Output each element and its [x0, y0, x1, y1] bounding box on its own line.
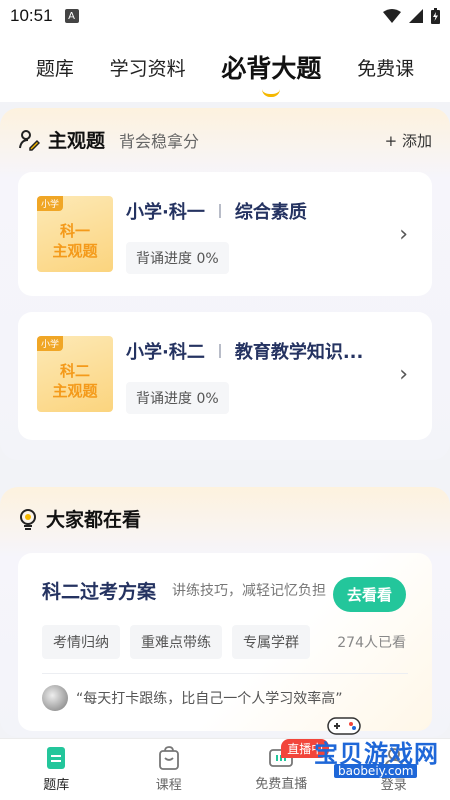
subject-card[interactable]: 小学 科二 主观题 小学·科二 教育教学知识... 背诵进度 0% ›	[18, 312, 432, 440]
popular-section: 大家都在看 科二过考方案 讲练技巧，减轻记忆负担 去看看 考情归纳 重难点带练 …	[0, 487, 450, 737]
tab-study-materials[interactable]: 学习资料	[110, 54, 186, 81]
question-bank-icon	[47, 747, 66, 769]
tab-free-course[interactable]: 免费课	[357, 54, 414, 81]
status-icons	[383, 8, 440, 24]
subject-name: 小学·科一	[126, 202, 205, 223]
chevron-right-icon[interactable]: ›	[399, 362, 408, 387]
plan-title: 科二过考方案	[42, 581, 157, 603]
thumb-line2: 主观题	[52, 242, 98, 260]
status-time: 10:51	[10, 6, 53, 25]
plan-chip: 专属学群	[232, 625, 310, 659]
subjective-section: 主观题 背会稳拿分 + 添加 小学 科一 主观题 小学·科一 综合素质 背诵进度…	[0, 108, 450, 460]
tab-must-memorize[interactable]: 必背大题	[221, 49, 322, 97]
subject-topic: 综合素质	[234, 202, 307, 223]
tab-question-bank[interactable]: 题库	[36, 54, 74, 81]
live-badge: 直播中	[281, 739, 330, 758]
nav-label: 登录	[380, 778, 407, 793]
view-plan-button[interactable]: 去看看	[332, 577, 406, 612]
top-tab-bar: 题库 学习资料 必背大题 免费课	[0, 32, 450, 102]
plan-chip: 重难点带练	[130, 625, 222, 659]
nav-courses[interactable]: 课程	[113, 739, 226, 800]
recite-progress: 背诵进度 0%	[126, 382, 229, 414]
nav-login[interactable]: 登录	[338, 739, 450, 800]
lightbulb-icon	[20, 508, 36, 530]
avatar	[42, 685, 68, 711]
nav-label: 题库	[43, 778, 70, 793]
pen-person-icon	[19, 129, 40, 151]
active-tab-indicator	[262, 89, 281, 97]
plan-description: 讲练技巧，减轻记忆负担	[172, 583, 326, 599]
subject-topic: 教育教学知识...	[234, 342, 364, 363]
user-icon	[383, 748, 404, 770]
plan-chip: 考情归纳	[42, 625, 120, 659]
subject-card-title: 小学·科二 教育教学知识...	[126, 338, 363, 364]
popular-title: 大家都在看	[46, 509, 142, 531]
level-tag: 小学	[37, 196, 64, 211]
add-button[interactable]: + 添加	[385, 130, 432, 151]
divider	[42, 673, 408, 674]
signal-icon	[409, 9, 423, 23]
wifi-icon	[383, 9, 401, 23]
popular-header: 大家都在看	[18, 505, 141, 532]
recite-progress: 背诵进度 0%	[126, 242, 229, 274]
status-bar: 10:51 A	[0, 0, 450, 32]
testimonial: “每天打卡跟练，比自己一个人学习效率高”	[42, 685, 343, 711]
subject-card-title: 小学·科一 综合素质	[126, 198, 307, 224]
testimonial-text: “每天打卡跟练，比自己一个人学习效率高”	[76, 691, 343, 707]
subjective-header: 主观题 背会稳拿分	[18, 126, 199, 153]
tab-must-memorize-label: 必背大题	[221, 54, 322, 83]
viewer-count: 274人已看	[337, 635, 406, 651]
subject-name: 小学·科二	[126, 342, 205, 363]
title-separator	[218, 344, 221, 358]
nav-label: 免费直播	[255, 777, 308, 792]
subject-thumbnail: 小学 科二 主观题	[37, 336, 113, 412]
nav-question-bank[interactable]: 题库	[0, 739, 113, 800]
thumb-line2: 主观题	[52, 382, 98, 400]
nav-label: 课程	[155, 778, 182, 793]
plan-card[interactable]: 科二过考方案 讲练技巧，减轻记忆负担 去看看 考情归纳 重难点带练 专属学群 2…	[18, 553, 432, 731]
battery-icon	[431, 8, 440, 24]
subject-thumbnail: 小学 科一 主观题	[37, 196, 113, 272]
nav-free-live[interactable]: 直播中 免费直播	[225, 739, 338, 800]
plan-chips: 考情归纳 重难点带练 专属学群	[42, 625, 310, 659]
thumb-line1: 科二	[59, 362, 90, 380]
chevron-right-icon[interactable]: ›	[399, 222, 408, 247]
notification-icon: A	[64, 9, 79, 23]
subjective-title: 主观题	[48, 130, 106, 152]
subject-card[interactable]: 小学 科一 主观题 小学·科一 综合素质 背诵进度 0% ›	[18, 172, 432, 296]
course-bag-icon	[158, 746, 179, 770]
level-tag: 小学	[37, 336, 64, 351]
subjective-subtitle: 背会稳拿分	[119, 131, 200, 151]
title-separator	[218, 204, 221, 218]
thumb-line1: 科一	[59, 222, 90, 240]
bottom-nav: 题库 课程 直播中 免费直播 登录	[0, 738, 450, 800]
